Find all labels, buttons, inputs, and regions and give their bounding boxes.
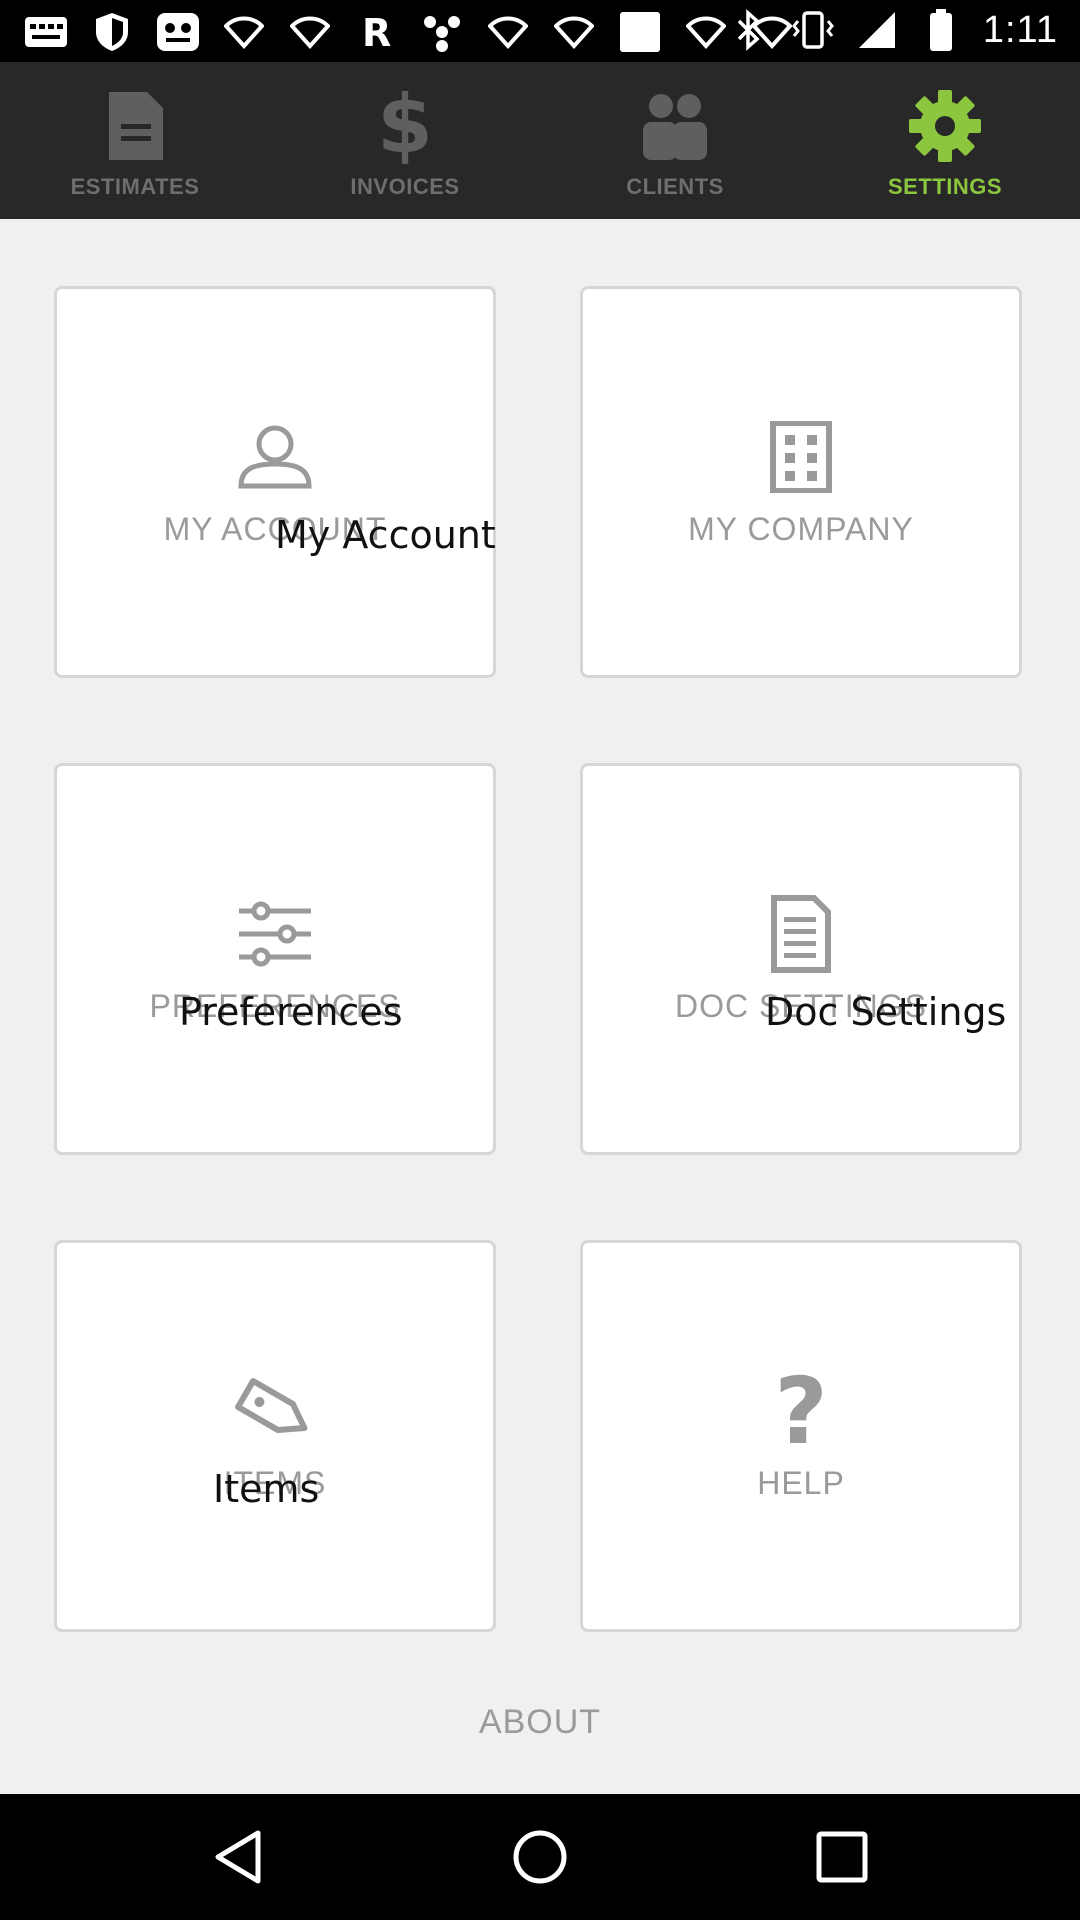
- battery-icon: [919, 8, 963, 52]
- tag-icon: [57, 1371, 493, 1451]
- recents-icon[interactable]: [812, 1827, 872, 1887]
- items-card[interactable]: ITEMS Items: [54, 1240, 496, 1632]
- my-company-card[interactable]: MY COMPANY: [580, 286, 1022, 678]
- bluetooth-icon: [727, 8, 771, 52]
- sliders-icon: [57, 894, 493, 974]
- gear-icon: [905, 86, 985, 166]
- signal-icon: [855, 8, 899, 52]
- dollar-icon: $: [365, 86, 445, 166]
- my-account-card[interactable]: MY ACCOUNT My Account: [54, 286, 496, 678]
- tab-label: CLIENTS: [626, 174, 724, 199]
- wifi-icon: [222, 10, 266, 54]
- svg-text:$: $: [379, 88, 431, 164]
- tab-estimates[interactable]: ESTIMATES: [0, 62, 270, 219]
- square-icon: [618, 10, 662, 54]
- tab-label: ESTIMATES: [70, 174, 200, 199]
- tab-bar: ESTIMATES $ INVOICES CLIENTS SETTINGS: [0, 62, 1080, 219]
- card-overlay-label: Preferences: [179, 990, 403, 1034]
- document-icon: [583, 894, 1019, 974]
- navigation-bar: [0, 1794, 1080, 1920]
- settings-grid: MY ACCOUNT My Account MY COMPANY PREFERE…: [0, 219, 1080, 1794]
- tab-invoices[interactable]: $ INVOICES: [270, 62, 540, 219]
- card-label: HELP: [757, 1465, 845, 1501]
- svg-text:?: ?: [774, 1371, 827, 1451]
- back-icon[interactable]: [208, 1827, 268, 1887]
- document-icon: [95, 86, 175, 166]
- system-icons: 1:11: [727, 8, 1058, 52]
- status-bar: R 1:11: [0, 0, 1080, 62]
- card-label: MY COMPANY: [688, 511, 914, 547]
- building-icon: [583, 417, 1019, 497]
- preferences-card[interactable]: PREFERENCES Preferences: [54, 763, 496, 1155]
- card-overlay-label: Items: [213, 1467, 320, 1511]
- card-overlay-label: Doc Settings: [765, 990, 1007, 1034]
- tab-settings[interactable]: SETTINGS: [810, 62, 1080, 219]
- home-icon[interactable]: [510, 1827, 570, 1887]
- help-card[interactable]: ? HELP: [580, 1240, 1022, 1632]
- tab-label: INVOICES: [350, 174, 460, 199]
- tab-label: SETTINGS: [887, 174, 1002, 199]
- notification-icons: R: [24, 10, 794, 54]
- wifi-icon: [552, 10, 596, 54]
- wifi-icon: [486, 10, 530, 54]
- app-icon: [156, 10, 200, 54]
- person-icon: [57, 417, 493, 497]
- shield-icon: [90, 10, 134, 54]
- people-icon: [635, 86, 715, 166]
- status-time: 1:11: [982, 8, 1058, 51]
- about-link[interactable]: ABOUT: [0, 1703, 1080, 1742]
- question-icon: ?: [583, 1371, 1019, 1451]
- doc-settings-card[interactable]: DOC SETTINGS Doc Settings: [580, 763, 1022, 1155]
- r-logo-icon: R: [354, 10, 398, 54]
- vibrate-icon: [791, 8, 835, 52]
- card-overlay-label: My Account: [275, 513, 496, 557]
- wifi-icon: [684, 10, 728, 54]
- tab-clients[interactable]: CLIENTS: [540, 62, 810, 219]
- wifi-icon: [288, 10, 332, 54]
- svg-text:R: R: [362, 12, 391, 52]
- fidget-icon: [420, 10, 464, 54]
- mail-icon: [24, 10, 68, 54]
